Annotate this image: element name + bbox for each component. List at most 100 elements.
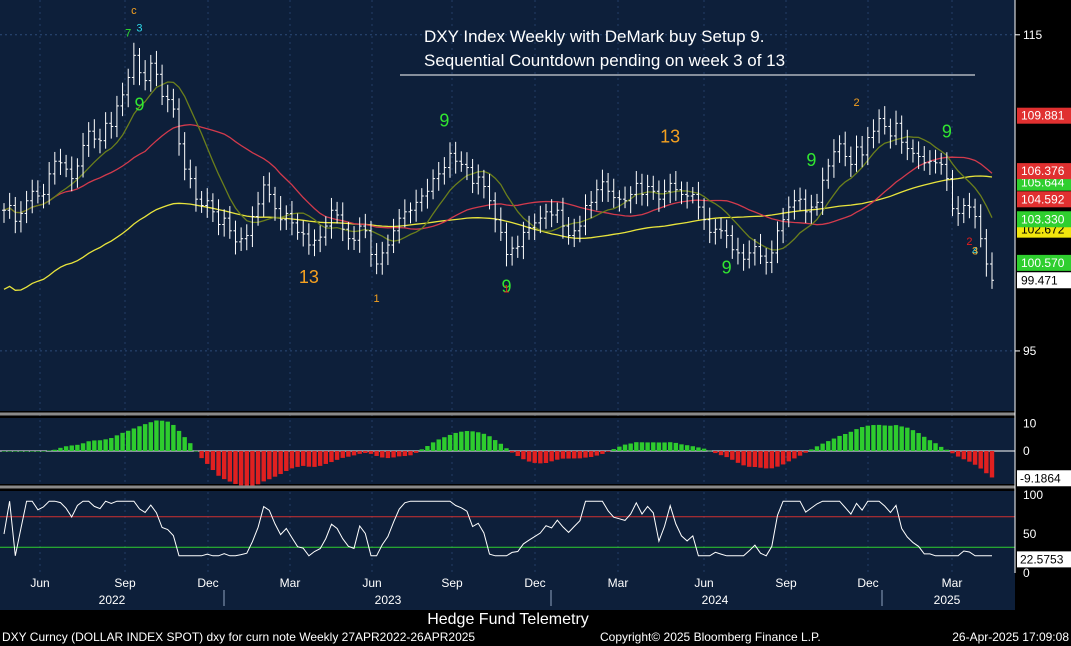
histogram-bar	[97, 440, 103, 451]
histogram-bar	[922, 436, 927, 451]
histogram-bar	[278, 451, 283, 475]
histogram-bar	[306, 451, 312, 467]
histogram-bar	[126, 430, 131, 451]
histogram-bar	[86, 441, 91, 451]
histogram-bar	[295, 451, 300, 467]
histogram-bar	[176, 430, 182, 451]
x-month-label: Sep	[114, 576, 136, 590]
histogram-bar	[656, 442, 662, 451]
histogram-bar	[442, 437, 447, 451]
histogram-bar	[188, 443, 193, 451]
histogram-bar	[470, 431, 475, 451]
histogram-bar	[927, 440, 933, 451]
histogram-bar	[272, 451, 278, 477]
demark-count-label: 9	[134, 95, 144, 115]
histogram-bar	[809, 449, 814, 451]
histogram-bar	[210, 451, 216, 471]
histogram-bar	[577, 451, 583, 459]
histogram-bar	[538, 451, 543, 464]
histogram-bar	[476, 432, 481, 451]
histogram-bar	[35, 451, 41, 452]
histogram-bar	[662, 442, 667, 451]
histogram-bar	[114, 435, 120, 451]
histogram-bar	[859, 427, 865, 451]
histogram-bar	[600, 451, 605, 454]
histogram-bar	[351, 451, 357, 456]
histogram-bar	[216, 451, 221, 476]
histogram-bar	[481, 433, 487, 451]
histogram-bar	[334, 451, 340, 460]
x-year-label: 2023	[375, 593, 402, 607]
histogram-bar	[972, 451, 978, 465]
histogram-bar	[622, 444, 628, 451]
histogram-bar	[171, 424, 176, 451]
histogram-bar	[639, 442, 645, 451]
histogram-bar	[933, 443, 938, 451]
histogram-tick-label: 0	[1023, 444, 1030, 458]
demark-count-label: 9	[722, 257, 732, 277]
footer-timestamp: 26-Apr-2025 17:09:08	[952, 630, 1069, 644]
x-month-label: Jun	[362, 576, 381, 590]
histogram-bar	[769, 451, 775, 469]
histogram-bar	[775, 451, 780, 467]
histogram-bar	[583, 451, 588, 458]
demark-count-label: 1	[374, 293, 380, 305]
histogram-bar	[651, 442, 656, 451]
histogram-bar	[617, 446, 622, 451]
histogram-bar	[205, 451, 210, 464]
histogram-bar	[18, 451, 24, 452]
histogram-bar	[831, 438, 837, 451]
histogram-bar	[436, 439, 441, 451]
histogram-bar	[419, 449, 424, 451]
histogram-bar	[80, 443, 86, 451]
x-month-label: Jun	[30, 576, 49, 590]
demark-count-label: 9	[942, 122, 952, 142]
histogram-bar	[984, 451, 989, 474]
histogram-bar	[741, 451, 746, 466]
histogram-bar	[374, 451, 379, 456]
histogram-bar	[329, 451, 334, 463]
histogram-bar	[899, 426, 904, 451]
histogram-bar	[532, 451, 537, 463]
price-level-value: 99.471	[1021, 273, 1058, 287]
x-year-label: 2022	[99, 593, 126, 607]
histogram-bar	[233, 451, 238, 485]
histogram-bar	[696, 447, 701, 451]
demark-count-label: 9	[439, 110, 449, 130]
histogram-bar	[747, 451, 752, 467]
histogram-bar	[7, 451, 12, 452]
histogram-bar	[250, 451, 255, 486]
histogram-bar	[317, 451, 323, 466]
histogram-bar	[843, 434, 848, 451]
histogram-bar	[385, 451, 391, 459]
histogram-bar	[227, 451, 233, 482]
price-level-value: 104.592	[1021, 192, 1065, 206]
x-month-label: Mar	[942, 576, 963, 590]
x-month-label: Mar	[280, 576, 301, 590]
dxy-weekly-chart: 7c39131991139929243 -9.1864 22.5753 Jun S…	[0, 0, 1071, 646]
histogram-bar	[244, 451, 249, 487]
oscillator-tick-label: 100	[1023, 488, 1043, 502]
histogram-bar	[137, 426, 142, 451]
histogram-bar	[109, 438, 114, 451]
histogram-bar	[312, 451, 317, 467]
histogram-bar	[961, 451, 966, 460]
x-month-label: Jun	[694, 576, 713, 590]
histogram-bar	[30, 451, 35, 452]
demark-count-label: 13	[299, 267, 319, 287]
histogram-bar	[679, 444, 684, 451]
histogram-bar	[888, 425, 893, 451]
histogram-bar	[718, 451, 724, 456]
histogram-bar	[950, 451, 955, 454]
x-month-label: Dec	[524, 576, 545, 590]
histogram-bar	[865, 425, 870, 451]
histogram-bar	[459, 431, 464, 451]
histogram-bar	[549, 451, 554, 462]
histogram-bar	[876, 424, 882, 451]
histogram-bar	[814, 446, 820, 451]
histogram-bar	[346, 451, 351, 457]
histogram-bar	[763, 451, 769, 469]
histogram-bar	[594, 451, 599, 456]
histogram-bar	[289, 451, 295, 469]
histogram-bar	[701, 448, 707, 451]
